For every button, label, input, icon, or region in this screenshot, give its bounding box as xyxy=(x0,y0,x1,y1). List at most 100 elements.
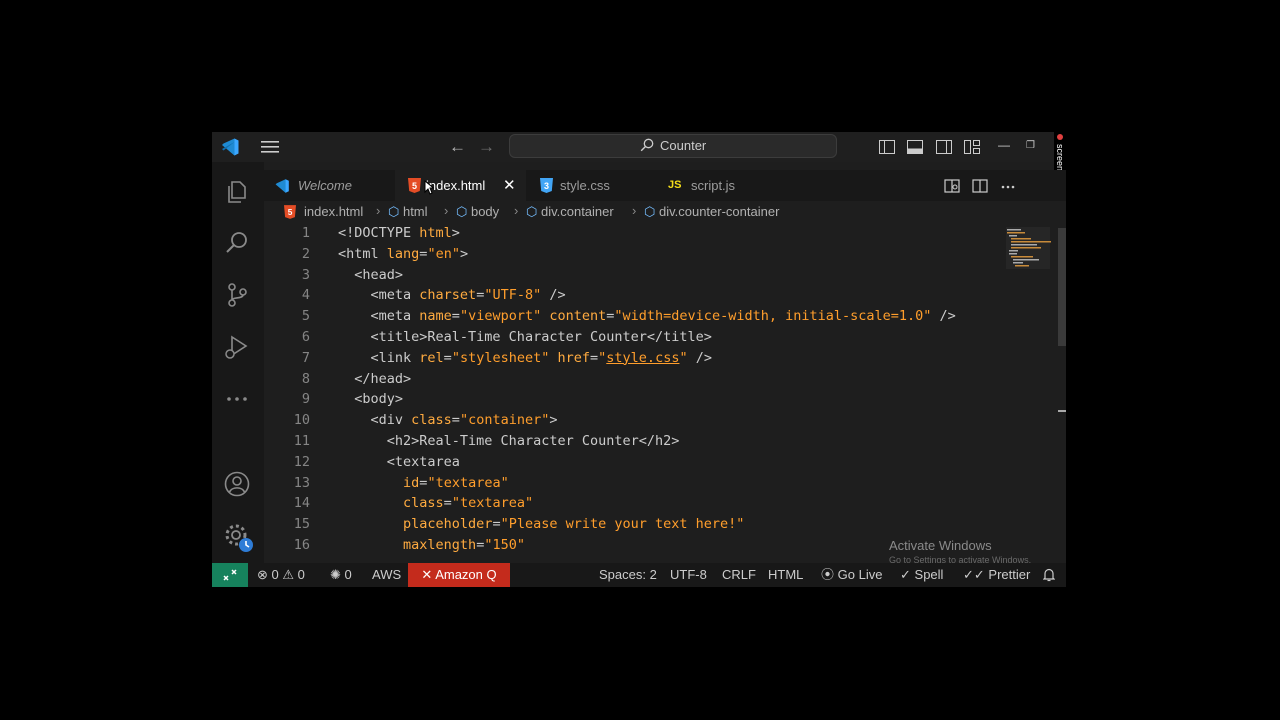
spell-check-status[interactable]: ✓ Spell xyxy=(900,563,943,587)
command-center-search[interactable]: Counter xyxy=(509,134,837,158)
line-number: 16 xyxy=(293,537,310,553)
toggle-panel-icon[interactable] xyxy=(907,140,923,154)
element-icon: ⬡ xyxy=(456,204,471,219)
prettier-status[interactable]: ✓✓ Prettier xyxy=(963,563,1030,587)
remote-icon xyxy=(223,569,237,581)
code-line[interactable]: 7 <link rel="stylesheet" href="style.css… xyxy=(264,348,1002,369)
vertical-scrollbar[interactable] xyxy=(1058,228,1066,346)
tab-script-js[interactable]: JS script.js xyxy=(657,170,788,201)
explorer-icon[interactable] xyxy=(224,178,250,204)
code-line[interactable]: 10 <div class="container"> xyxy=(264,410,1002,431)
line-number: 9 xyxy=(301,391,310,408)
tab-welcome[interactable]: Welcome xyxy=(264,170,395,201)
breadcrumb: 5 index.html › ⬡ html › ⬡ body › ⬡ div.c… xyxy=(264,201,1054,223)
aws-status[interactable]: AWS xyxy=(372,563,401,587)
breadcrumb-html[interactable]: ⬡ html xyxy=(388,204,428,220)
eol-status[interactable]: CRLF xyxy=(722,563,756,587)
double-check-icon: ✓✓ xyxy=(963,567,985,582)
toggle-primary-sidebar-icon[interactable] xyxy=(879,140,895,154)
go-live-button[interactable]: ⦿ Go Live xyxy=(821,563,882,587)
warning-count: 0 xyxy=(297,567,305,582)
code-line[interactable]: 8 </head> xyxy=(264,369,1002,390)
toggle-secondary-sidebar-icon[interactable] xyxy=(936,140,952,154)
line-number: 4 xyxy=(301,287,310,304)
code-line[interactable]: 15 placeholder="Please write your text h… xyxy=(264,514,1002,535)
notifications-bell-icon[interactable] xyxy=(1043,568,1055,582)
css3-icon: 3 xyxy=(540,178,553,193)
line-number: 3 xyxy=(301,266,310,283)
hamburger-menu-icon[interactable] xyxy=(260,138,280,156)
split-editor-icon[interactable] xyxy=(972,178,988,194)
open-preview-icon[interactable] xyxy=(944,178,960,194)
code-text: <body> xyxy=(338,391,404,408)
tab-style-css[interactable]: 3 style.css xyxy=(526,170,657,201)
code-line[interactable]: 2 <html lang="en"> xyxy=(264,244,1002,265)
error-count: 0 xyxy=(271,567,279,582)
line-number: 2 xyxy=(301,245,310,262)
breadcrumb-div-counter-container[interactable]: ⬡ div.counter-container xyxy=(644,204,779,220)
minimize-icon[interactable]: — xyxy=(998,138,1010,152)
code-editor[interactable]: 1 <!DOCTYPE html> 2 <html lang="en"> 3 <head… xyxy=(264,223,1002,563)
minimap[interactable] xyxy=(1002,223,1054,563)
amazon-q-status[interactable]: ✕ Amazon Q xyxy=(408,563,510,587)
breadcrumb-div-container[interactable]: ⬡ div.container xyxy=(526,204,614,220)
indentation-status[interactable]: Spaces: 2 xyxy=(599,563,657,587)
chevron-right-icon: › xyxy=(514,203,519,218)
code-text: <!DOCTYPE html> xyxy=(338,225,460,241)
search-text: Counter xyxy=(660,138,707,153)
code-line[interactable]: 1 <!DOCTYPE html> xyxy=(264,223,1002,244)
remote-indicator[interactable] xyxy=(212,563,248,587)
code-line[interactable]: 6 <title>Real-Time Character Counter</ti… xyxy=(264,327,1002,348)
more-views-icon[interactable] xyxy=(224,386,250,412)
ports-count: 0 xyxy=(344,567,352,582)
accounts-icon[interactable] xyxy=(224,471,250,497)
problems-indicator[interactable]: ⊗ 0 ⚠ 0 xyxy=(257,563,305,587)
code-line[interactable]: 12 <textarea xyxy=(264,452,1002,473)
code-text: <div class="container"> xyxy=(338,412,558,429)
run-and-debug-icon[interactable] xyxy=(224,334,250,360)
svg-text:5: 5 xyxy=(288,207,293,217)
vscode-logo-icon xyxy=(222,138,239,156)
search-icon[interactable] xyxy=(224,230,250,256)
svg-text:5: 5 xyxy=(412,181,417,191)
manage-gear-icon[interactable] xyxy=(224,523,256,555)
code-line[interactable]: 5 <meta name="viewport" content="width=d… xyxy=(264,306,1002,327)
check-icon: ✓ xyxy=(900,567,911,582)
code-line[interactable]: 4 <meta charset="UTF-8" /> xyxy=(264,285,1002,306)
encoding-status[interactable]: UTF-8 xyxy=(670,563,707,587)
tab-label: index.html xyxy=(426,178,486,193)
line-number: 11 xyxy=(293,433,310,449)
chevron-right-icon: › xyxy=(632,203,637,218)
restore-icon[interactable]: ❐ xyxy=(1026,140,1035,151)
search-icon xyxy=(640,138,654,152)
more-actions-icon[interactable] xyxy=(1000,178,1016,194)
vscode-window: ← → Counter — ❐ screenrec Welcome 5 inde… xyxy=(212,132,1066,587)
tab-label: script.js xyxy=(691,178,736,193)
breadcrumb-body[interactable]: ⬡ body xyxy=(456,204,499,220)
close-icon: ✕ xyxy=(421,567,433,582)
activate-windows-watermark: Activate Windows xyxy=(889,538,992,553)
breadcrumb-file[interactable]: index.html xyxy=(304,204,363,219)
line-number: 7 xyxy=(301,349,310,366)
ports-indicator[interactable]: ✺ 0 xyxy=(330,563,352,587)
code-text: <h2>Real-Time Character Counter</h2> xyxy=(338,433,680,449)
vscode-logo-icon xyxy=(275,179,289,193)
code-text: </head> xyxy=(338,370,412,387)
back-arrow-icon[interactable]: ← xyxy=(449,137,466,157)
line-number: 8 xyxy=(301,370,310,387)
customize-layout-icon[interactable] xyxy=(964,140,980,154)
code-text: placeholder="Please write your text here… xyxy=(403,516,745,533)
source-control-icon[interactable] xyxy=(224,282,250,308)
tab-index-html[interactable]: 5 index.html ✕ xyxy=(395,170,526,201)
code-line[interactable]: 9 <body> xyxy=(264,389,1002,410)
code-line[interactable]: 3 <head> xyxy=(264,265,1002,286)
line-number: 1 xyxy=(301,225,310,241)
forward-arrow-icon[interactable]: → xyxy=(478,137,495,157)
code-line[interactable]: 13 id="textarea" xyxy=(264,473,1002,494)
code-line[interactable]: 11 <h2>Real-Time Character Counter</h2> xyxy=(264,431,1002,452)
language-mode-status[interactable]: HTML xyxy=(768,563,803,587)
code-line[interactable]: 14 class="textarea" xyxy=(264,493,1002,514)
broadcast-icon: ⦿ xyxy=(821,567,835,582)
chevron-right-icon: › xyxy=(444,203,449,218)
close-tab-icon[interactable]: ✕ xyxy=(503,170,516,201)
